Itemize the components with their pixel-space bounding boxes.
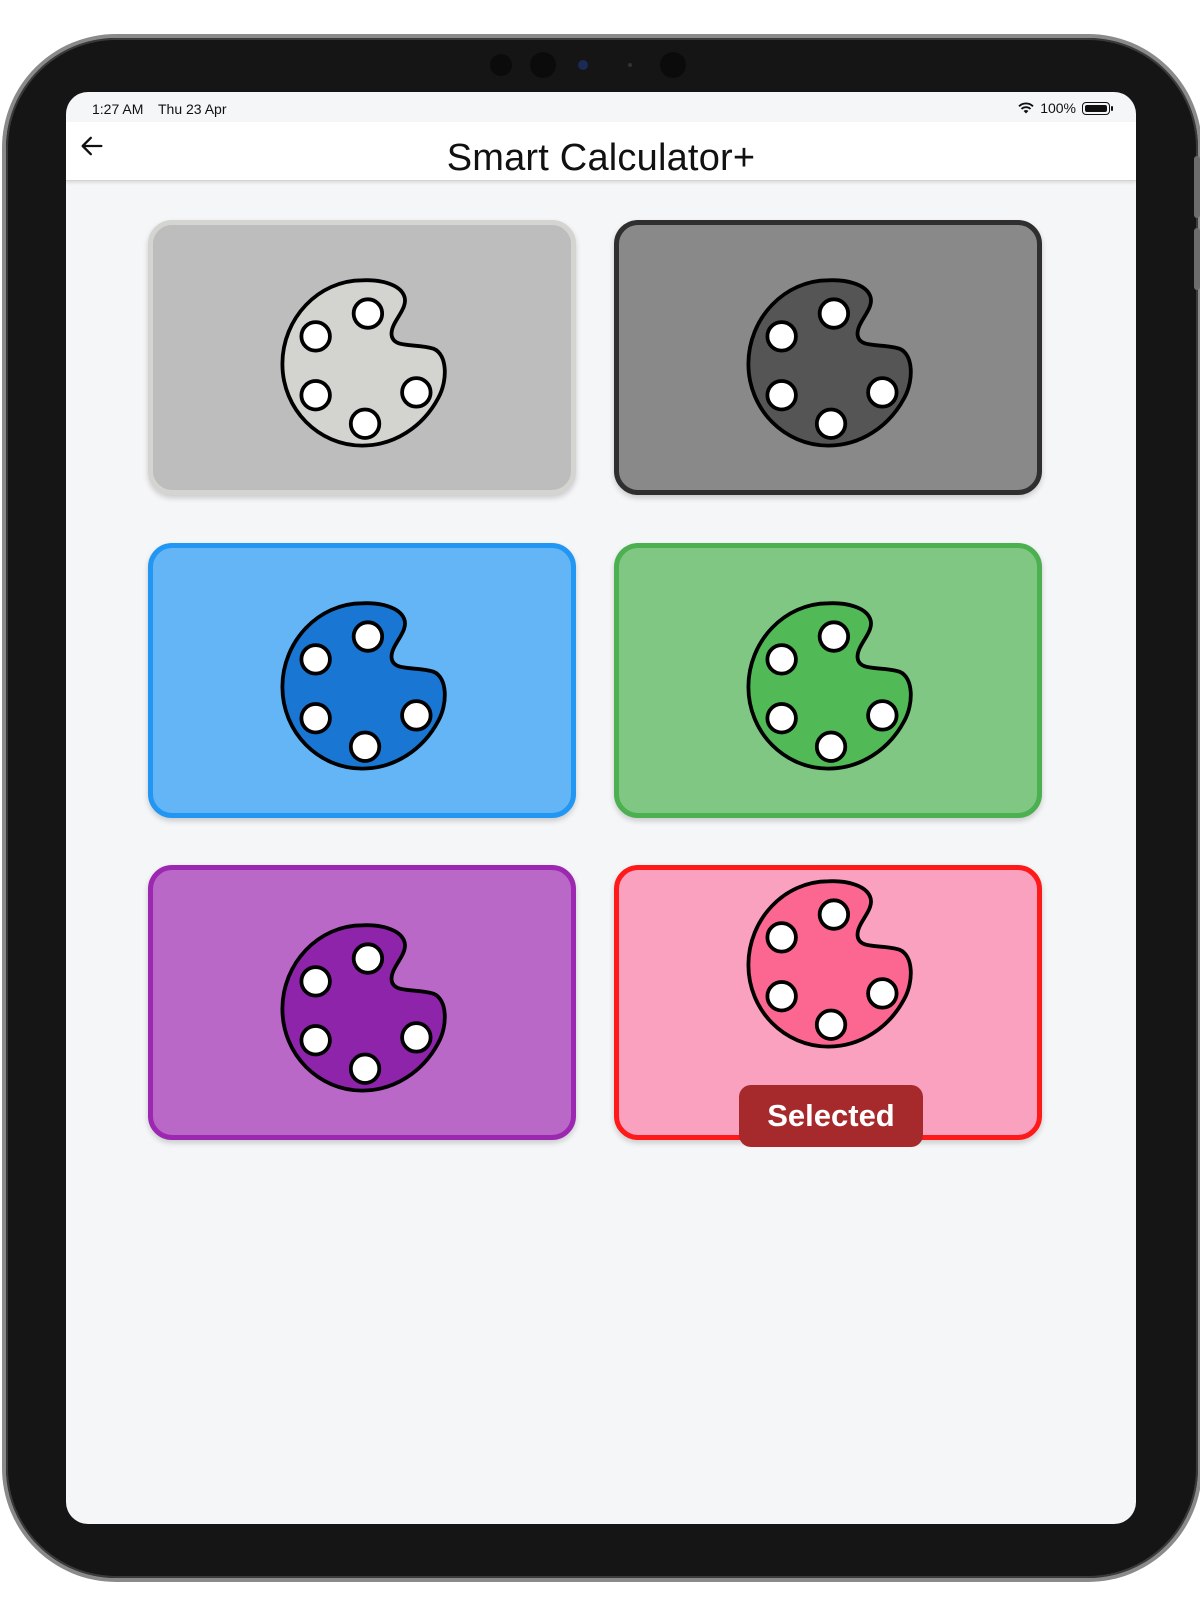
palette-icon	[271, 267, 461, 457]
battery-icon	[1082, 101, 1113, 115]
camera-housing	[490, 50, 710, 80]
theme-card-pink[interactable]: Selected	[614, 865, 1042, 1147]
power-button	[1194, 228, 1200, 290]
volume-button	[1194, 156, 1200, 218]
palette-icon	[737, 590, 927, 780]
wifi-icon	[1018, 102, 1034, 114]
palette-icon	[271, 590, 461, 780]
theme-card-green[interactable]	[614, 543, 1042, 818]
status-time: 1:27 AM	[92, 101, 144, 117]
theme-card-dark-gray[interactable]	[614, 220, 1042, 495]
status-date: Thu 23 Apr	[158, 101, 227, 117]
theme-card-light-gray[interactable]	[148, 220, 576, 495]
app-bar: Smart Calculator+	[66, 122, 1136, 181]
app-screen: 1:27 AM Thu 23 Apr 100% Smart Calculator…	[66, 92, 1136, 1524]
theme-card-purple[interactable]	[148, 865, 576, 1140]
palette-icon	[737, 868, 927, 1058]
selected-badge: Selected	[739, 1085, 923, 1147]
status-bar: 1:27 AM Thu 23 Apr 100%	[66, 92, 1136, 122]
page-title: Smart Calculator+	[446, 137, 756, 179]
theme-card-blue[interactable]	[148, 543, 576, 818]
palette-icon	[737, 267, 927, 457]
battery-percentage: 100%	[1040, 100, 1076, 116]
palette-icon	[271, 912, 461, 1102]
status-indicators: 100%	[1018, 100, 1113, 116]
